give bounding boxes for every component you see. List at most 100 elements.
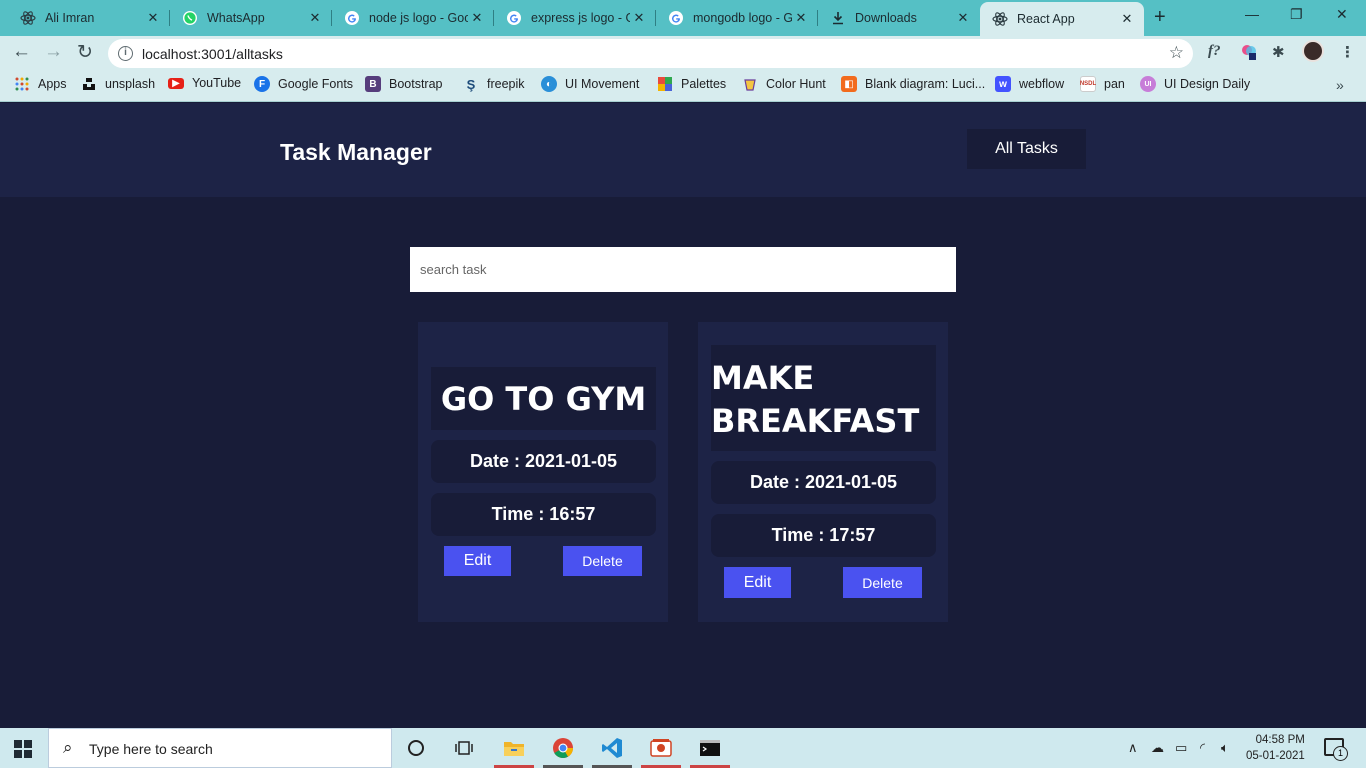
close-window-button[interactable]: ✕ [1336,6,1348,23]
bookmark-webflow[interactable]: w webflow [995,76,1064,92]
browser-toolbar: ← → ↻ i localhost:3001/alltasks ☆ f? ✱ ⋮ [0,36,1366,70]
cortana-icon[interactable] [404,736,428,760]
delete-button[interactable]: Delete [843,567,922,598]
file-explorer-icon[interactable] [502,736,526,760]
bookmark-star-icon[interactable]: ☆ [1169,43,1184,63]
webflow-icon: w [995,76,1011,92]
vscode-icon[interactable] [600,736,624,760]
wifi-icon[interactable]: ◜ [1200,740,1205,756]
restore-button[interactable]: ❐ [1290,6,1303,23]
bookmarks-overflow-button[interactable]: » [1336,77,1344,93]
bootstrap-icon: B [365,76,381,92]
new-tab-button[interactable]: + [1154,6,1166,29]
clock-time: 04:58 PM [1255,734,1305,746]
apps-grid-icon [14,76,30,92]
tab-downloads[interactable]: Downloads ✕ [818,4,980,32]
bookmark-label: Google Fonts [278,77,354,91]
close-icon[interactable]: ✕ [630,10,648,26]
lucidchart-icon: ◧ [841,76,857,92]
nsdl-icon: NSDL [1080,76,1096,92]
profile-avatar[interactable] [1302,40,1324,62]
search-task-input[interactable] [410,247,956,292]
close-icon[interactable]: ✕ [306,10,324,26]
tab-label: WhatsApp [207,11,265,25]
tab-node-logo[interactable]: node js logo - Goo ✕ [332,4,494,32]
delete-button[interactable]: Delete [563,546,642,576]
color-extension-icon[interactable] [1240,43,1258,65]
bookmark-apps[interactable]: Apps [14,76,67,92]
close-icon[interactable]: ✕ [144,10,162,26]
taskbar-search-text: Type here to search [89,741,213,757]
minimize-button[interactable]: — [1245,6,1259,22]
brand-title[interactable]: Task Manager [280,139,432,166]
tab-express-logo[interactable]: express js logo - G ✕ [494,4,656,32]
bookmark-google-fonts[interactable]: F Google Fonts [254,76,353,92]
battery-icon[interactable]: ▭ [1175,740,1187,756]
task-view-icon[interactable] [452,736,476,760]
all-tasks-button[interactable]: All Tasks [967,129,1086,169]
google-icon [344,10,360,26]
reload-button[interactable]: ↻ [77,41,93,64]
volume-icon[interactable]: 🔈︎ [1221,740,1229,756]
react-icon [992,11,1008,27]
edit-button[interactable]: Edit [724,567,791,598]
bookmark-ui-movement[interactable]: ◐ UI Movement [541,76,639,92]
notification-center-icon[interactable]: 1 [1324,738,1348,761]
menu-kebab-icon[interactable]: ⋮ [1340,43,1355,61]
fonts-extension-icon[interactable]: f? [1208,43,1221,60]
puzzle-extensions-icon[interactable]: ✱ [1272,43,1285,61]
bookmark-freepik[interactable]: Ş freepik [463,76,525,92]
back-button[interactable]: ← [12,41,31,63]
address-bar[interactable]: i localhost:3001/alltasks ☆ [108,39,1193,68]
task-time: Time : 17:57 [711,514,936,557]
system-clock[interactable]: 04:58 PM 05-01-2021 [1246,732,1305,764]
clock-date: 05-01-2021 [1246,750,1305,762]
taskbar-search-box[interactable]: ⌕ Type here to search [48,728,392,768]
bookmark-bootstrap[interactable]: B Bootstrap [365,76,443,92]
ui-movement-icon: ◐ [541,76,557,92]
bookmark-label: Apps [38,77,67,91]
bookmark-pan[interactable]: NSDL pan [1080,76,1125,92]
onedrive-cloud-icon[interactable]: ☁ [1151,740,1164,756]
powerpoint-icon[interactable] [649,736,673,760]
tab-mongodb-logo[interactable]: mongodb logo - G ✕ [656,4,818,32]
close-icon[interactable]: ✕ [468,10,486,26]
bookmark-label: pan [1104,77,1125,91]
info-icon[interactable]: i [118,46,133,61]
bookmark-label: Color Hunt [766,77,826,91]
bookmark-label: freepik [487,77,525,91]
chrome-icon[interactable] [551,736,575,760]
tab-label: Downloads [855,11,917,25]
tab-label: Ali Imran [45,11,95,25]
tab-label: React App [1017,12,1075,26]
edit-button[interactable]: Edit [444,546,511,576]
youtube-icon: ▶ [168,77,184,89]
windows-start-icon[interactable] [14,740,32,758]
notification-count-badge: 1 [1333,746,1348,761]
color-hunt-icon [742,76,758,92]
address-url[interactable]: localhost:3001/alltasks [142,46,283,62]
bookmark-ui-design-daily[interactable]: UI UI Design Daily [1140,76,1250,92]
tab-ali-imran[interactable]: Ali Imran ✕ [8,4,170,32]
bookmark-lucidchart[interactable]: ◧ Blank diagram: Luci... [841,76,985,92]
close-icon[interactable]: ✕ [954,10,972,26]
search-icon: ⌕ [63,738,73,757]
chevron-up-icon[interactable]: ∧ [1128,740,1138,756]
tab-whatsapp[interactable]: WhatsApp ✕ [170,4,332,32]
bookmark-palettes[interactable]: Palettes [657,76,726,92]
close-icon[interactable]: ✕ [792,10,810,26]
bookmark-label: unsplash [105,77,156,91]
google-icon [668,10,684,26]
bookmark-unsplash[interactable]: unsplash [81,76,155,92]
tab-react-app[interactable]: React App ✕ [980,2,1144,36]
forward-button[interactable]: → [44,41,63,63]
close-icon[interactable]: ✕ [1118,11,1136,27]
terminal-icon[interactable] [698,736,722,760]
bookmark-color-hunt[interactable]: Color Hunt [742,76,826,92]
app-navbar: Task Manager All Tasks [0,103,1366,197]
bookmark-label: Blank diagram: Luci... [865,77,986,91]
bookmark-youtube[interactable]: ▶ YouTube [168,76,241,90]
task-title: GO TO GYM [431,367,656,430]
browser-tab-strip: Ali Imran ✕ WhatsApp ✕ node js logo - Go… [0,0,1366,36]
freepik-icon: Ş [466,76,476,92]
